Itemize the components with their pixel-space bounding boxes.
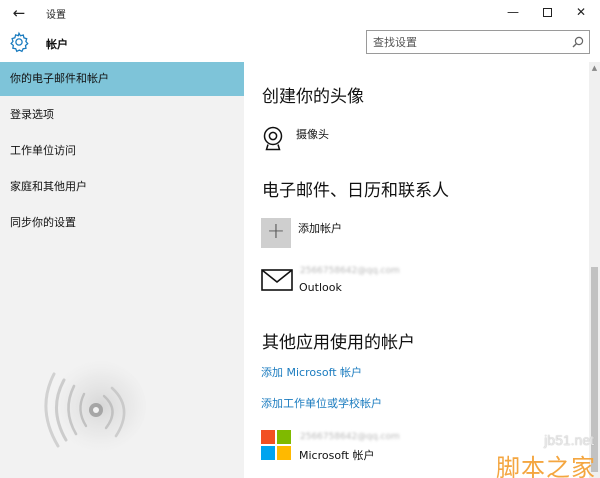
email-section-title: 电子邮件、日历和联系人 bbox=[262, 181, 449, 201]
search-box[interactable] bbox=[366, 30, 590, 54]
watermark-name: 脚本之家 bbox=[496, 454, 596, 478]
outlook-account-email: 2566758642@qq.com bbox=[300, 266, 400, 276]
other-apps-section-title: 其他应用使用的帐户 bbox=[262, 333, 415, 353]
microsoft-account-provider: Microsoft 帐户 bbox=[299, 449, 375, 462]
page-title: 帐户 bbox=[46, 38, 68, 51]
maximize-icon bbox=[542, 8, 552, 17]
sidebar-item-family-users[interactable]: 家庭和其他用户 bbox=[0, 170, 244, 204]
close-button[interactable]: ✕ bbox=[564, 0, 598, 26]
minimize-button[interactable]: — bbox=[496, 0, 530, 26]
window-title: 设置 bbox=[46, 10, 66, 21]
page-header: 帐户 bbox=[0, 26, 600, 62]
sidebar-item-sync-settings[interactable]: 同步你的设置 bbox=[0, 206, 244, 240]
gear-icon bbox=[10, 31, 29, 53]
camera-label: 摄像头 bbox=[296, 128, 329, 141]
camera-icon bbox=[263, 126, 283, 151]
sidebar-item-email-accounts[interactable]: 你的电子邮件和帐户 bbox=[0, 62, 244, 96]
watermark-site: jb51.net bbox=[544, 432, 594, 448]
decorative-swirl-icon bbox=[44, 360, 146, 452]
add-work-account-link[interactable]: 添加工作单位或学校帐户 bbox=[261, 395, 382, 411]
back-button[interactable]: ← bbox=[8, 3, 30, 23]
microsoft-account-email: 2566758642@qq.com bbox=[300, 432, 400, 442]
search-icon[interactable] bbox=[571, 35, 585, 49]
main-content: 创建你的头像 摄像头 电子邮件、日历和联系人 + 添加帐户 2566758642… bbox=[244, 62, 589, 478]
search-input[interactable] bbox=[373, 34, 563, 50]
sidebar-item-work-access[interactable]: 工作单位访问 bbox=[0, 134, 244, 168]
outlook-account-provider: Outlook bbox=[299, 281, 342, 294]
add-microsoft-account-link[interactable]: 添加 Microsoft 帐户 bbox=[261, 364, 362, 380]
maximize-button[interactable] bbox=[530, 0, 564, 26]
sidebar-item-sign-in-options[interactable]: 登录选项 bbox=[0, 98, 244, 132]
sidebar: 你的电子邮件和帐户 登录选项 工作单位访问 家庭和其他用户 同步你的设置 bbox=[0, 62, 244, 478]
title-bar: ← 设置 — ✕ bbox=[0, 0, 600, 26]
add-account-label: 添加帐户 bbox=[298, 222, 342, 235]
main-scrollbar[interactable]: ▲ bbox=[589, 62, 600, 478]
mail-icon bbox=[261, 269, 293, 291]
microsoft-logo-icon bbox=[261, 430, 291, 460]
plus-icon: + bbox=[261, 218, 291, 248]
watermark: jb51.net 脚本之家 bbox=[488, 430, 600, 478]
scroll-up-icon[interactable]: ▲ bbox=[589, 62, 600, 74]
avatar-section-title: 创建你的头像 bbox=[262, 87, 364, 107]
